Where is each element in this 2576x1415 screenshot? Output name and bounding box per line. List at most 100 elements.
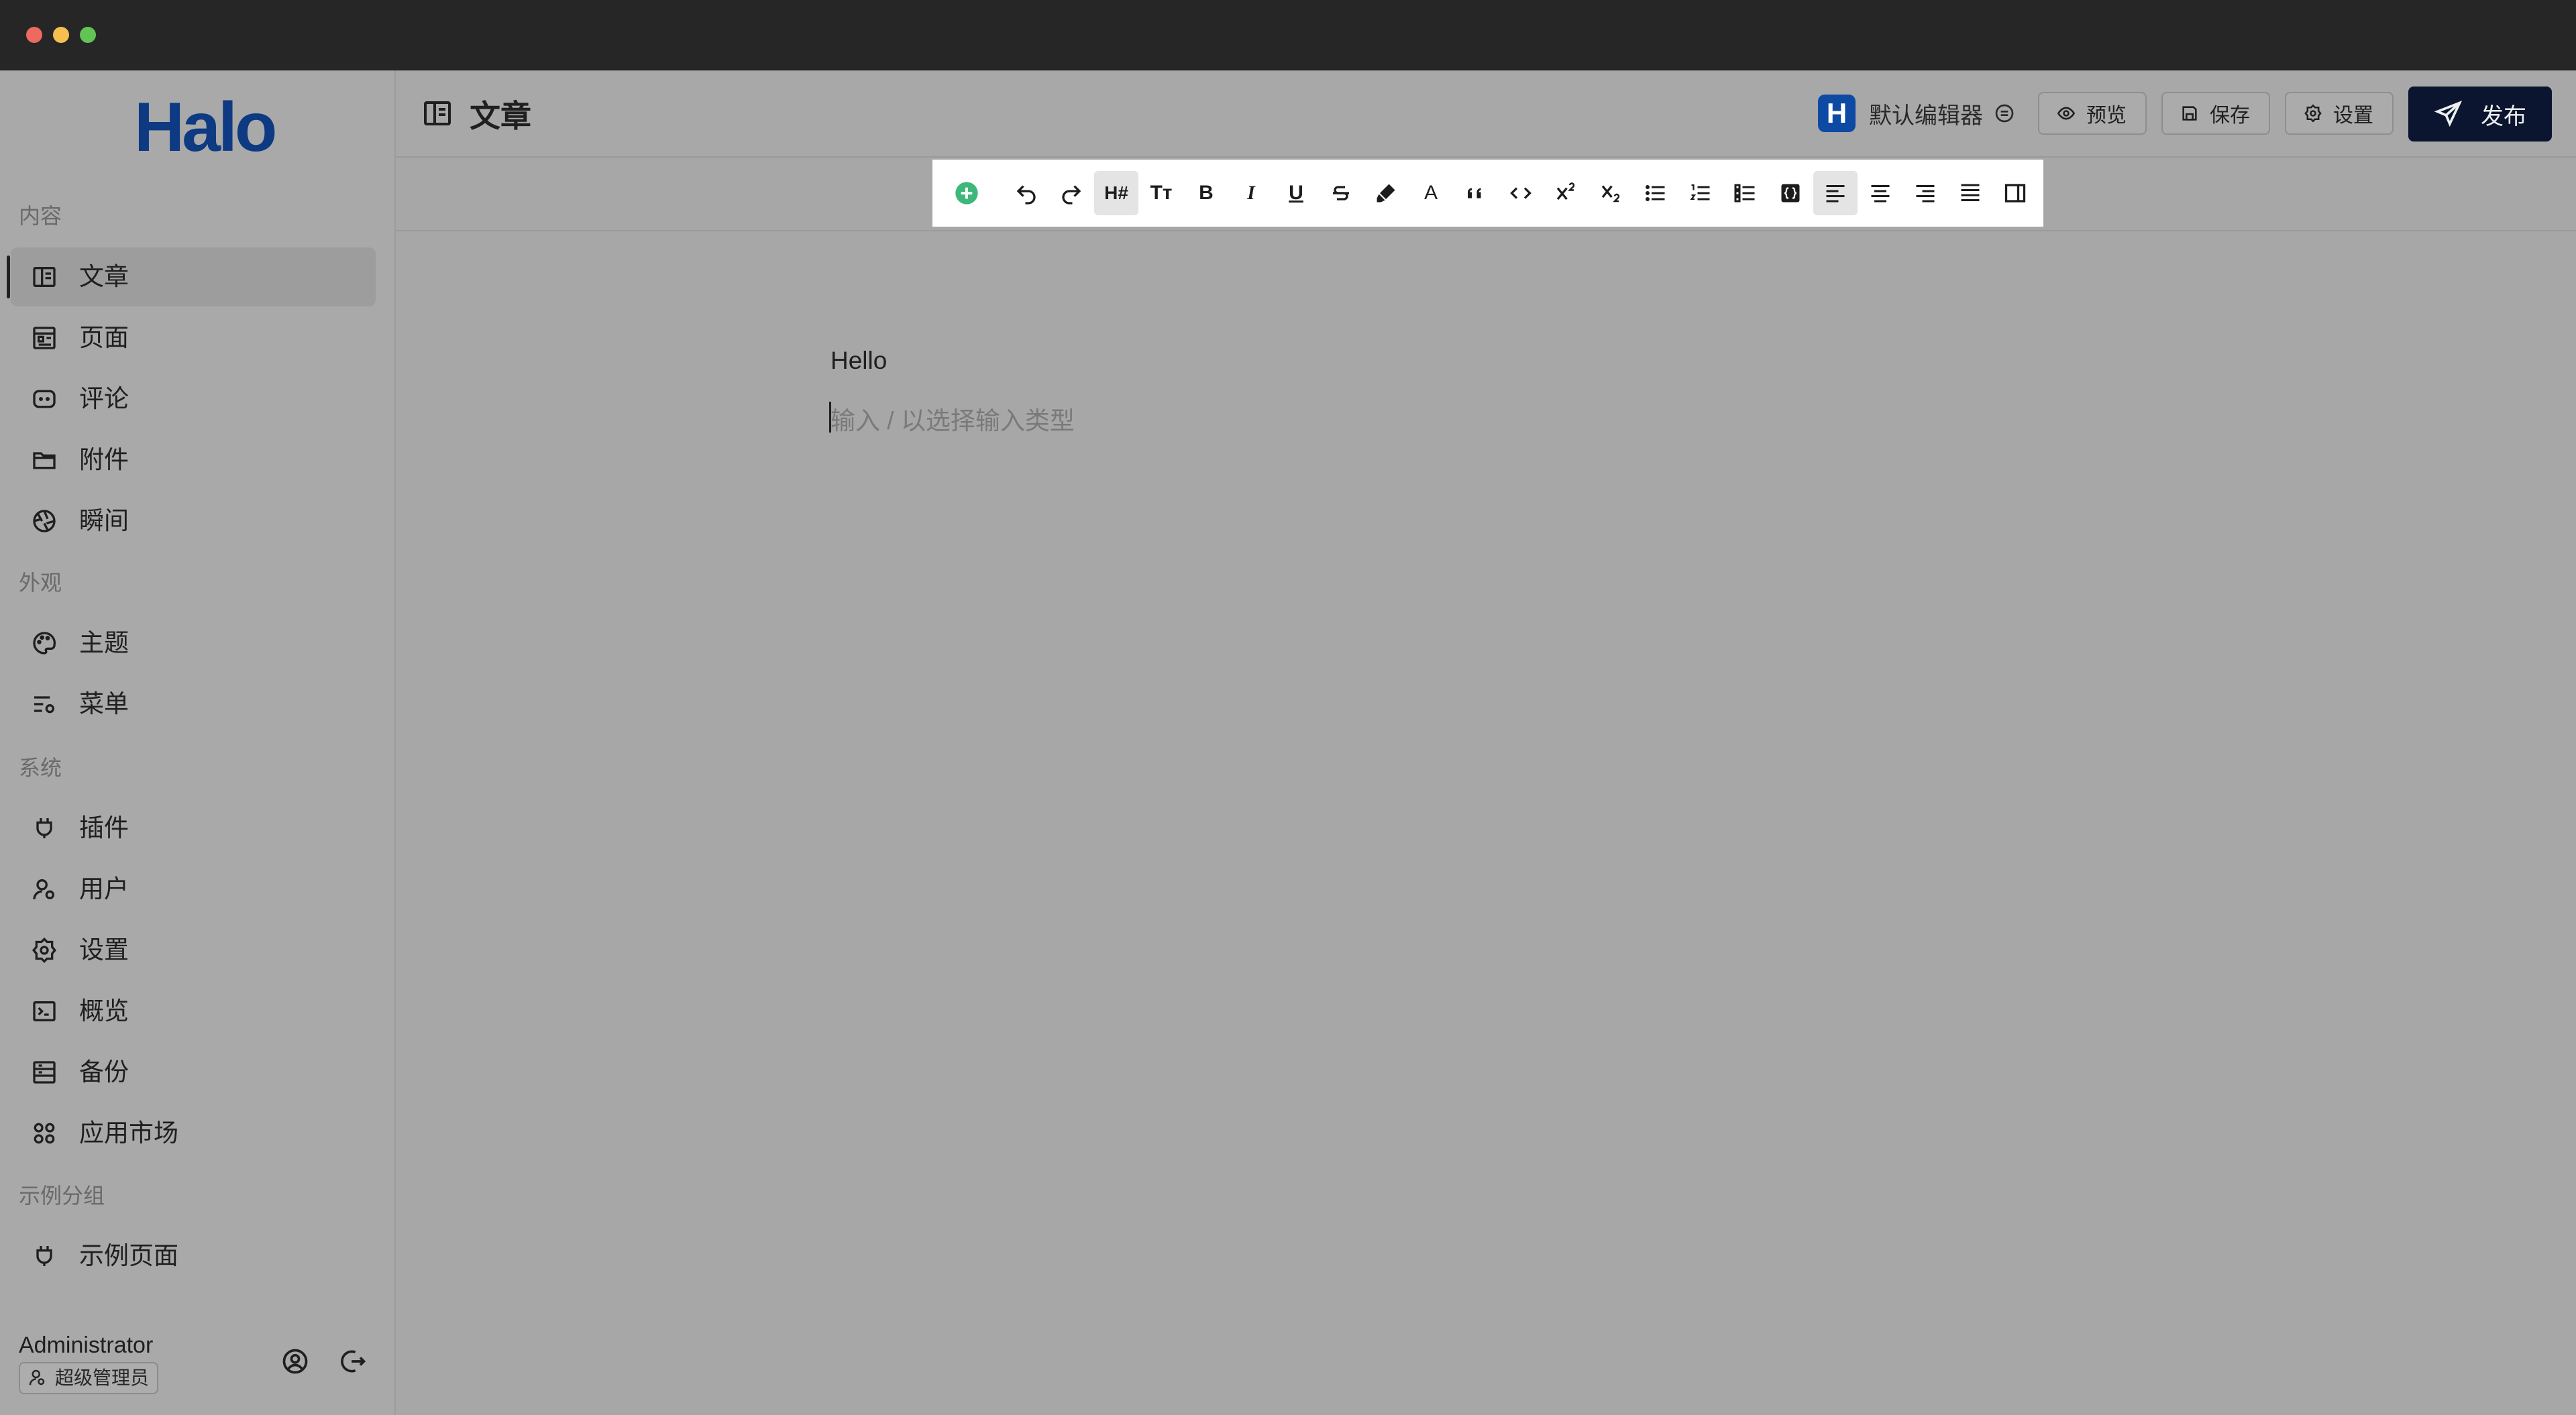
sidebar-item-backup[interactable]: 备份 bbox=[11, 1043, 376, 1102]
settings-label: 设置 bbox=[2333, 105, 2373, 127]
sidebar-item-menus[interactable]: 菜单 bbox=[11, 675, 376, 734]
apps-grid-icon bbox=[31, 1120, 58, 1147]
italic-button[interactable]: I bbox=[1229, 171, 1273, 215]
folder-icon bbox=[31, 447, 58, 473]
editor-name: 默认编辑器 bbox=[1869, 103, 1983, 129]
app-window: Halo 内容 文章 页面 评论 附件 瞬间 外观 主题 菜单 系统 插件 用户… bbox=[0, 70, 2576, 1415]
preview-button[interactable]: 预览 bbox=[2038, 92, 2147, 135]
send-icon bbox=[2434, 101, 2463, 127]
publish-button[interactable]: 发布 bbox=[2408, 87, 2552, 142]
underline-button[interactable]: U bbox=[1274, 171, 1318, 215]
settings-button[interactable]: 设置 bbox=[2285, 92, 2394, 135]
highlight-button[interactable] bbox=[1364, 171, 1408, 215]
insert-block-button[interactable] bbox=[945, 171, 989, 215]
undo-button[interactable] bbox=[1004, 171, 1049, 215]
align-left-button[interactable] bbox=[1813, 171, 1858, 215]
sidebar-item-comments[interactable]: 评论 bbox=[11, 370, 376, 429]
sidebar-item-label: 瞬间 bbox=[79, 507, 129, 534]
sidebar-item-app-market[interactable]: 应用市场 bbox=[11, 1104, 376, 1163]
sidebar-panel-icon bbox=[2004, 184, 2026, 203]
group-title-content: 内容 bbox=[19, 204, 62, 228]
minimize-window-button[interactable] bbox=[53, 27, 69, 43]
document-placeholder[interactable]: 输入 / 以选择输入类型 bbox=[830, 400, 1075, 437]
bold-glyph: B bbox=[1199, 182, 1214, 204]
group-title-appearance: 外观 bbox=[19, 571, 62, 595]
save-button[interactable]: 保存 bbox=[2161, 92, 2270, 135]
align-right-button[interactable] bbox=[1903, 171, 1947, 215]
sidebar-item-overview[interactable]: 概览 bbox=[11, 982, 376, 1041]
sidebar-item-label: 用户 bbox=[79, 875, 129, 903]
inline-code-button[interactable] bbox=[1499, 171, 1543, 215]
align-justify-icon bbox=[1961, 184, 1980, 201]
aperture-icon bbox=[31, 508, 58, 534]
code-icon bbox=[1510, 187, 1532, 199]
superscript-icon bbox=[1556, 182, 1575, 201]
redo-button[interactable] bbox=[1049, 171, 1093, 215]
heading-button[interactable]: H# bbox=[1094, 171, 1138, 215]
sidebar-item-label: 应用市场 bbox=[79, 1119, 178, 1147]
group-title-system: 系统 bbox=[19, 756, 62, 780]
redo-icon bbox=[1062, 185, 1081, 205]
ordered-list-button[interactable] bbox=[1678, 171, 1723, 215]
switch-icon bbox=[1995, 104, 2014, 123]
italic-glyph: I bbox=[1247, 182, 1255, 204]
page-layout-icon bbox=[31, 325, 58, 351]
window-titlebar bbox=[0, 0, 2576, 70]
task-list-button[interactable] bbox=[1723, 171, 1768, 215]
sidebar-item-label: 概览 bbox=[79, 997, 129, 1025]
sidebar-item-label: 示例页面 bbox=[79, 1242, 178, 1269]
align-center-button[interactable] bbox=[1858, 171, 1902, 215]
sidebar-item-pages[interactable]: 页面 bbox=[11, 308, 376, 367]
sidebar-item-label: 文章 bbox=[79, 263, 129, 290]
book-open-icon bbox=[31, 264, 58, 290]
preview-label: 预览 bbox=[2086, 105, 2127, 127]
align-justify-button[interactable] bbox=[1948, 171, 1992, 215]
superscript-button[interactable] bbox=[1544, 171, 1588, 215]
editor-switcher[interactable]: H 默认编辑器 bbox=[1818, 93, 2015, 133]
terminal-icon bbox=[31, 998, 58, 1025]
sidebar-item-themes[interactable]: 主题 bbox=[11, 614, 376, 673]
gear-icon bbox=[2304, 104, 2322, 123]
user-role-label: 超级管理员 bbox=[55, 1367, 150, 1388]
group-title-example: 示例分组 bbox=[19, 1184, 105, 1208]
sidebar-item-plugins[interactable]: 插件 bbox=[11, 799, 376, 858]
sidebar-item-settings[interactable]: 设置 bbox=[11, 921, 376, 980]
blockquote-button[interactable] bbox=[1454, 171, 1498, 215]
sidebar-item-label: 页面 bbox=[79, 324, 129, 351]
sidebar-item-label: 备份 bbox=[79, 1058, 129, 1086]
sidebar-item-label: 评论 bbox=[79, 385, 129, 412]
profile-button[interactable] bbox=[280, 1347, 310, 1376]
sidebar-item-users[interactable]: 用户 bbox=[11, 860, 376, 919]
sidebar-item-label: 附件 bbox=[79, 446, 129, 473]
sidebar-item-attachments[interactable]: 附件 bbox=[11, 431, 376, 490]
font-color-glyph: A bbox=[1424, 182, 1438, 204]
sidebar-item-label: 主题 bbox=[79, 629, 129, 657]
bullet-list-button[interactable] bbox=[1633, 171, 1678, 215]
user-circle-icon bbox=[282, 1349, 308, 1374]
strikethrough-button[interactable] bbox=[1319, 171, 1363, 215]
publish-label: 发布 bbox=[2481, 103, 2526, 129]
comment-icon bbox=[31, 386, 58, 412]
document-paragraph[interactable]: Hello bbox=[830, 347, 887, 375]
close-window-button[interactable] bbox=[26, 27, 42, 43]
zoom-window-button[interactable] bbox=[80, 27, 96, 43]
user-role-badge: 超级管理员 bbox=[19, 1362, 159, 1394]
sidebar-item-posts[interactable]: 文章 bbox=[7, 247, 376, 306]
eye-icon bbox=[2057, 107, 2076, 120]
logout-icon bbox=[341, 1350, 366, 1373]
book-open-icon bbox=[421, 97, 453, 129]
text-size-button[interactable]: Tт bbox=[1139, 171, 1183, 215]
sidebar-item-example-page[interactable]: 示例页面 bbox=[11, 1227, 376, 1286]
font-color-button[interactable]: A bbox=[1409, 171, 1453, 215]
editor-toolbar: H# Tт B I U A bbox=[932, 160, 2043, 227]
strikethrough-icon bbox=[1333, 186, 1349, 201]
subscript-button[interactable] bbox=[1589, 171, 1633, 215]
halo-logo[interactable]: Halo bbox=[134, 91, 277, 164]
code-block-button[interactable] bbox=[1768, 171, 1813, 215]
bold-button[interactable]: B bbox=[1184, 171, 1228, 215]
subscript-icon bbox=[1601, 185, 1620, 203]
logout-button[interactable] bbox=[338, 1347, 368, 1376]
sidebar-toggle-button[interactable] bbox=[1993, 171, 2037, 215]
sidebar-item-moments[interactable]: 瞬间 bbox=[11, 492, 376, 551]
task-list-icon bbox=[1734, 184, 1755, 203]
